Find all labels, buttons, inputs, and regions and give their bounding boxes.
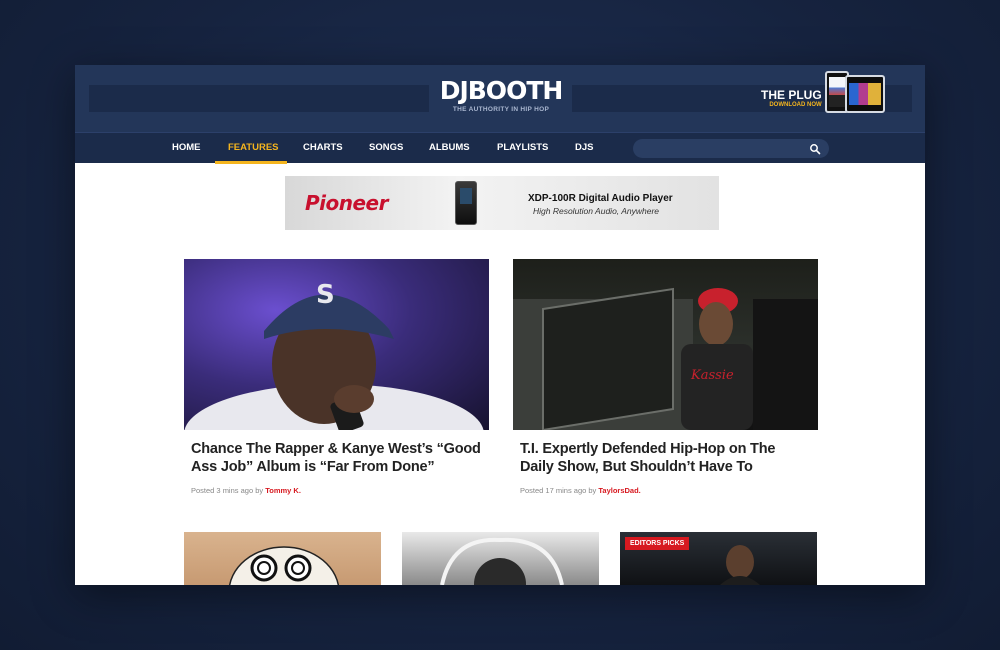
browser-page: DJBOOTH THE AUTHORITY IN HIP HOP THE PLU…: [75, 65, 925, 585]
search-box: [633, 139, 829, 158]
logo-tagline: THE AUTHORITY IN HIP HOP: [452, 106, 550, 113]
nav-djs[interactable]: DJS: [575, 133, 593, 164]
nav-playlists[interactable]: PLAYLISTS: [497, 133, 548, 164]
pioneer-ad-banner[interactable]: Pioneer XDP-100R Digital Audio Player Hi…: [285, 176, 719, 230]
svg-text:Kassie: Kassie: [690, 368, 734, 383]
header-banner-left: [89, 85, 429, 112]
search-input[interactable]: [643, 141, 803, 156]
article-thumbnail[interactable]: S: [184, 259, 489, 430]
promo-download-link: DOWNLOAD NOW: [769, 102, 822, 108]
nav-home[interactable]: HOME: [172, 133, 201, 164]
article-title[interactable]: T.I. Expertly Defended Hip-Hop on The Da…: [513, 440, 818, 476]
article-thumbnail[interactable]: Kassie: [513, 259, 818, 430]
nav-songs[interactable]: SONGS: [369, 133, 403, 164]
nav-albums[interactable]: ALBUMS: [429, 133, 470, 164]
search-icon[interactable]: [809, 143, 821, 155]
article-thumbnail-small[interactable]: [184, 532, 381, 585]
nav-charts[interactable]: CHARTS: [303, 133, 343, 164]
article-meta: Posted 17 mins ago by TaylorsDad.: [513, 486, 818, 495]
editors-picks-card[interactable]: EDITORS PICKS: [620, 532, 817, 585]
article-author-link[interactable]: Tommy K.: [265, 486, 301, 495]
article-author-link[interactable]: TaylorsDad.: [598, 486, 640, 495]
logo-text: DJBOOTH: [439, 76, 564, 105]
bw-portrait: [440, 537, 564, 585]
promo-title: THE PLUG: [761, 88, 822, 102]
article-thumbnail-small[interactable]: [402, 532, 599, 585]
ad-brand-logo: Pioneer: [305, 191, 388, 215]
studio-photo: [720, 545, 760, 585]
article-posted: Posted 17 mins ago by: [520, 486, 597, 495]
ad-product-name: XDP-100R Digital Audio Player: [528, 193, 673, 204]
site-header: DJBOOTH THE AUTHORITY IN HIP HOP THE PLU…: [75, 65, 925, 132]
audio-player-image: [455, 181, 477, 225]
ad-subtitle: High Resolution Audio, Anywhere: [533, 206, 659, 216]
tablet-image: [845, 75, 885, 113]
site-logo[interactable]: DJBOOTH THE AUTHORITY IN HIP HOP: [439, 76, 564, 114]
article-meta: Posted 3 mins ago by Tommy K.: [184, 486, 489, 495]
main-nav: HOME FEATURES CHARTS SONGS ALBUMS PLAYLI…: [75, 132, 925, 164]
article-card: S Chance The Rapper & Kanye West’s “Good…: [184, 259, 489, 495]
svg-text:S: S: [316, 280, 335, 310]
the-plug-promo[interactable]: THE PLUG DOWNLOAD NOW: [761, 88, 822, 109]
ti-photo: Kassie: [513, 287, 818, 430]
illustrated-portrait: [228, 546, 340, 585]
article-card: Kassie T.I. Expertly Defended Hip-Hop on…: [513, 259, 818, 495]
nav-features[interactable]: FEATURES: [228, 133, 279, 164]
article-posted: Posted 3 mins ago by: [191, 486, 264, 495]
chance-photo: S: [184, 280, 484, 430]
article-title[interactable]: Chance The Rapper & Kanye West’s “Good A…: [184, 440, 489, 476]
active-nav-indicator: [215, 161, 287, 164]
